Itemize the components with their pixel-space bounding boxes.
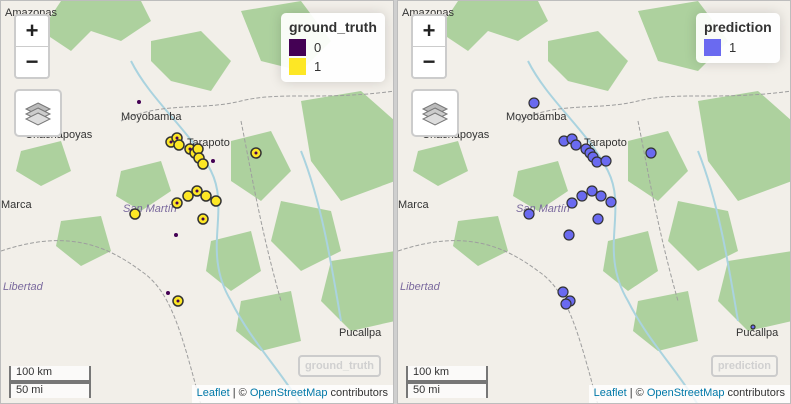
- marker-gt-0: [176, 299, 180, 303]
- marker-pred-1: [557, 286, 569, 298]
- leaflet-link[interactable]: Leaflet: [197, 387, 230, 399]
- marker-gt-0: [137, 100, 141, 104]
- marker-pred-1: [576, 190, 588, 202]
- legend-item: 1: [289, 57, 377, 76]
- marker-pred-1: [560, 298, 572, 310]
- map-watermark: prediction: [710, 355, 778, 377]
- marker-gt-0: [188, 147, 192, 151]
- legend-title: ground_truth: [289, 19, 377, 35]
- attribution: Leaflet | © OpenStreetMap contributors: [191, 385, 393, 403]
- map-prediction[interactable]: Amazonas Moyobamba Chachapoyas Tarapoto …: [397, 0, 791, 404]
- legend-label: 1: [314, 59, 322, 74]
- marker-pred-1: [523, 208, 535, 220]
- map-watermark: ground_truth: [297, 355, 381, 377]
- marker-pred-1: [586, 185, 598, 197]
- zoom-out-button[interactable]: −: [16, 47, 48, 77]
- marker-pred-1: [570, 139, 582, 151]
- marker-pred-1: [595, 190, 607, 202]
- marker-gt-1: [197, 158, 209, 170]
- leaflet-link[interactable]: Leaflet: [594, 387, 627, 399]
- legend-label: 1: [729, 40, 737, 55]
- marker-gt-0: [175, 136, 179, 140]
- legend-prediction: prediction 1: [696, 13, 780, 63]
- layers-control-button[interactable]: [411, 89, 459, 137]
- legend-title: prediction: [704, 19, 772, 35]
- osm-link[interactable]: OpenStreetMap: [250, 387, 328, 399]
- marker-pred-1: [592, 213, 604, 225]
- marker-pred-1: [528, 97, 540, 109]
- marker-gt-1: [129, 208, 141, 220]
- zoom-control: + −: [411, 14, 447, 79]
- legend-item: 1: [704, 38, 772, 57]
- layers-icon: [24, 102, 52, 126]
- scale-bar-km: 100 km: [406, 366, 488, 382]
- legend-swatch: [289, 39, 306, 56]
- layers-control-button[interactable]: [14, 89, 62, 137]
- attribution: Leaflet | © OpenStreetMap contributors: [588, 385, 790, 403]
- marker-pred-1: [566, 197, 578, 209]
- marker-gt-0: [169, 140, 173, 144]
- marker-gt-0: [201, 217, 205, 221]
- marker-pred-1: [645, 147, 657, 159]
- osm-link[interactable]: OpenStreetMap: [647, 387, 725, 399]
- marker-gt-0: [254, 151, 258, 155]
- marker-gt-0: [166, 291, 170, 295]
- attribution-contributors: contributors: [327, 387, 388, 399]
- scale-bar-mi: 50 mi: [9, 382, 91, 398]
- legend-item: 0: [289, 38, 377, 57]
- legend-ground-truth: ground_truth 0 1: [281, 13, 385, 82]
- marker-gt-1: [173, 139, 185, 151]
- attribution-separator: | ©: [229, 387, 250, 399]
- marker-pred-1: [750, 324, 756, 330]
- marker-gt-0: [211, 159, 215, 163]
- zoom-out-button[interactable]: −: [413, 47, 445, 77]
- marker-gt-0: [174, 233, 178, 237]
- marker-gt-0: [195, 189, 199, 193]
- marker-pred-1: [563, 229, 575, 241]
- legend-label: 0: [314, 40, 322, 55]
- marker-pred-1: [600, 155, 612, 167]
- scale-bar-mi: 50 mi: [406, 382, 488, 398]
- legend-swatch: [289, 58, 306, 75]
- zoom-in-button[interactable]: +: [413, 16, 445, 47]
- marker-pred-1: [605, 196, 617, 208]
- zoom-control: + −: [14, 14, 50, 79]
- layers-icon: [421, 102, 449, 126]
- scale-bar-km: 100 km: [9, 366, 91, 382]
- marker-gt-1: [200, 190, 212, 202]
- marker-gt-1: [210, 195, 222, 207]
- marker-gt-1: [182, 190, 194, 202]
- zoom-in-button[interactable]: +: [16, 16, 48, 47]
- marker-gt-0: [175, 201, 179, 205]
- legend-swatch: [704, 39, 721, 56]
- map-ground-truth[interactable]: Amazonas Moyobamba Chachapoyas Tarapoto …: [0, 0, 394, 404]
- attribution-contributors: contributors: [724, 387, 785, 399]
- attribution-separator: | ©: [626, 387, 647, 399]
